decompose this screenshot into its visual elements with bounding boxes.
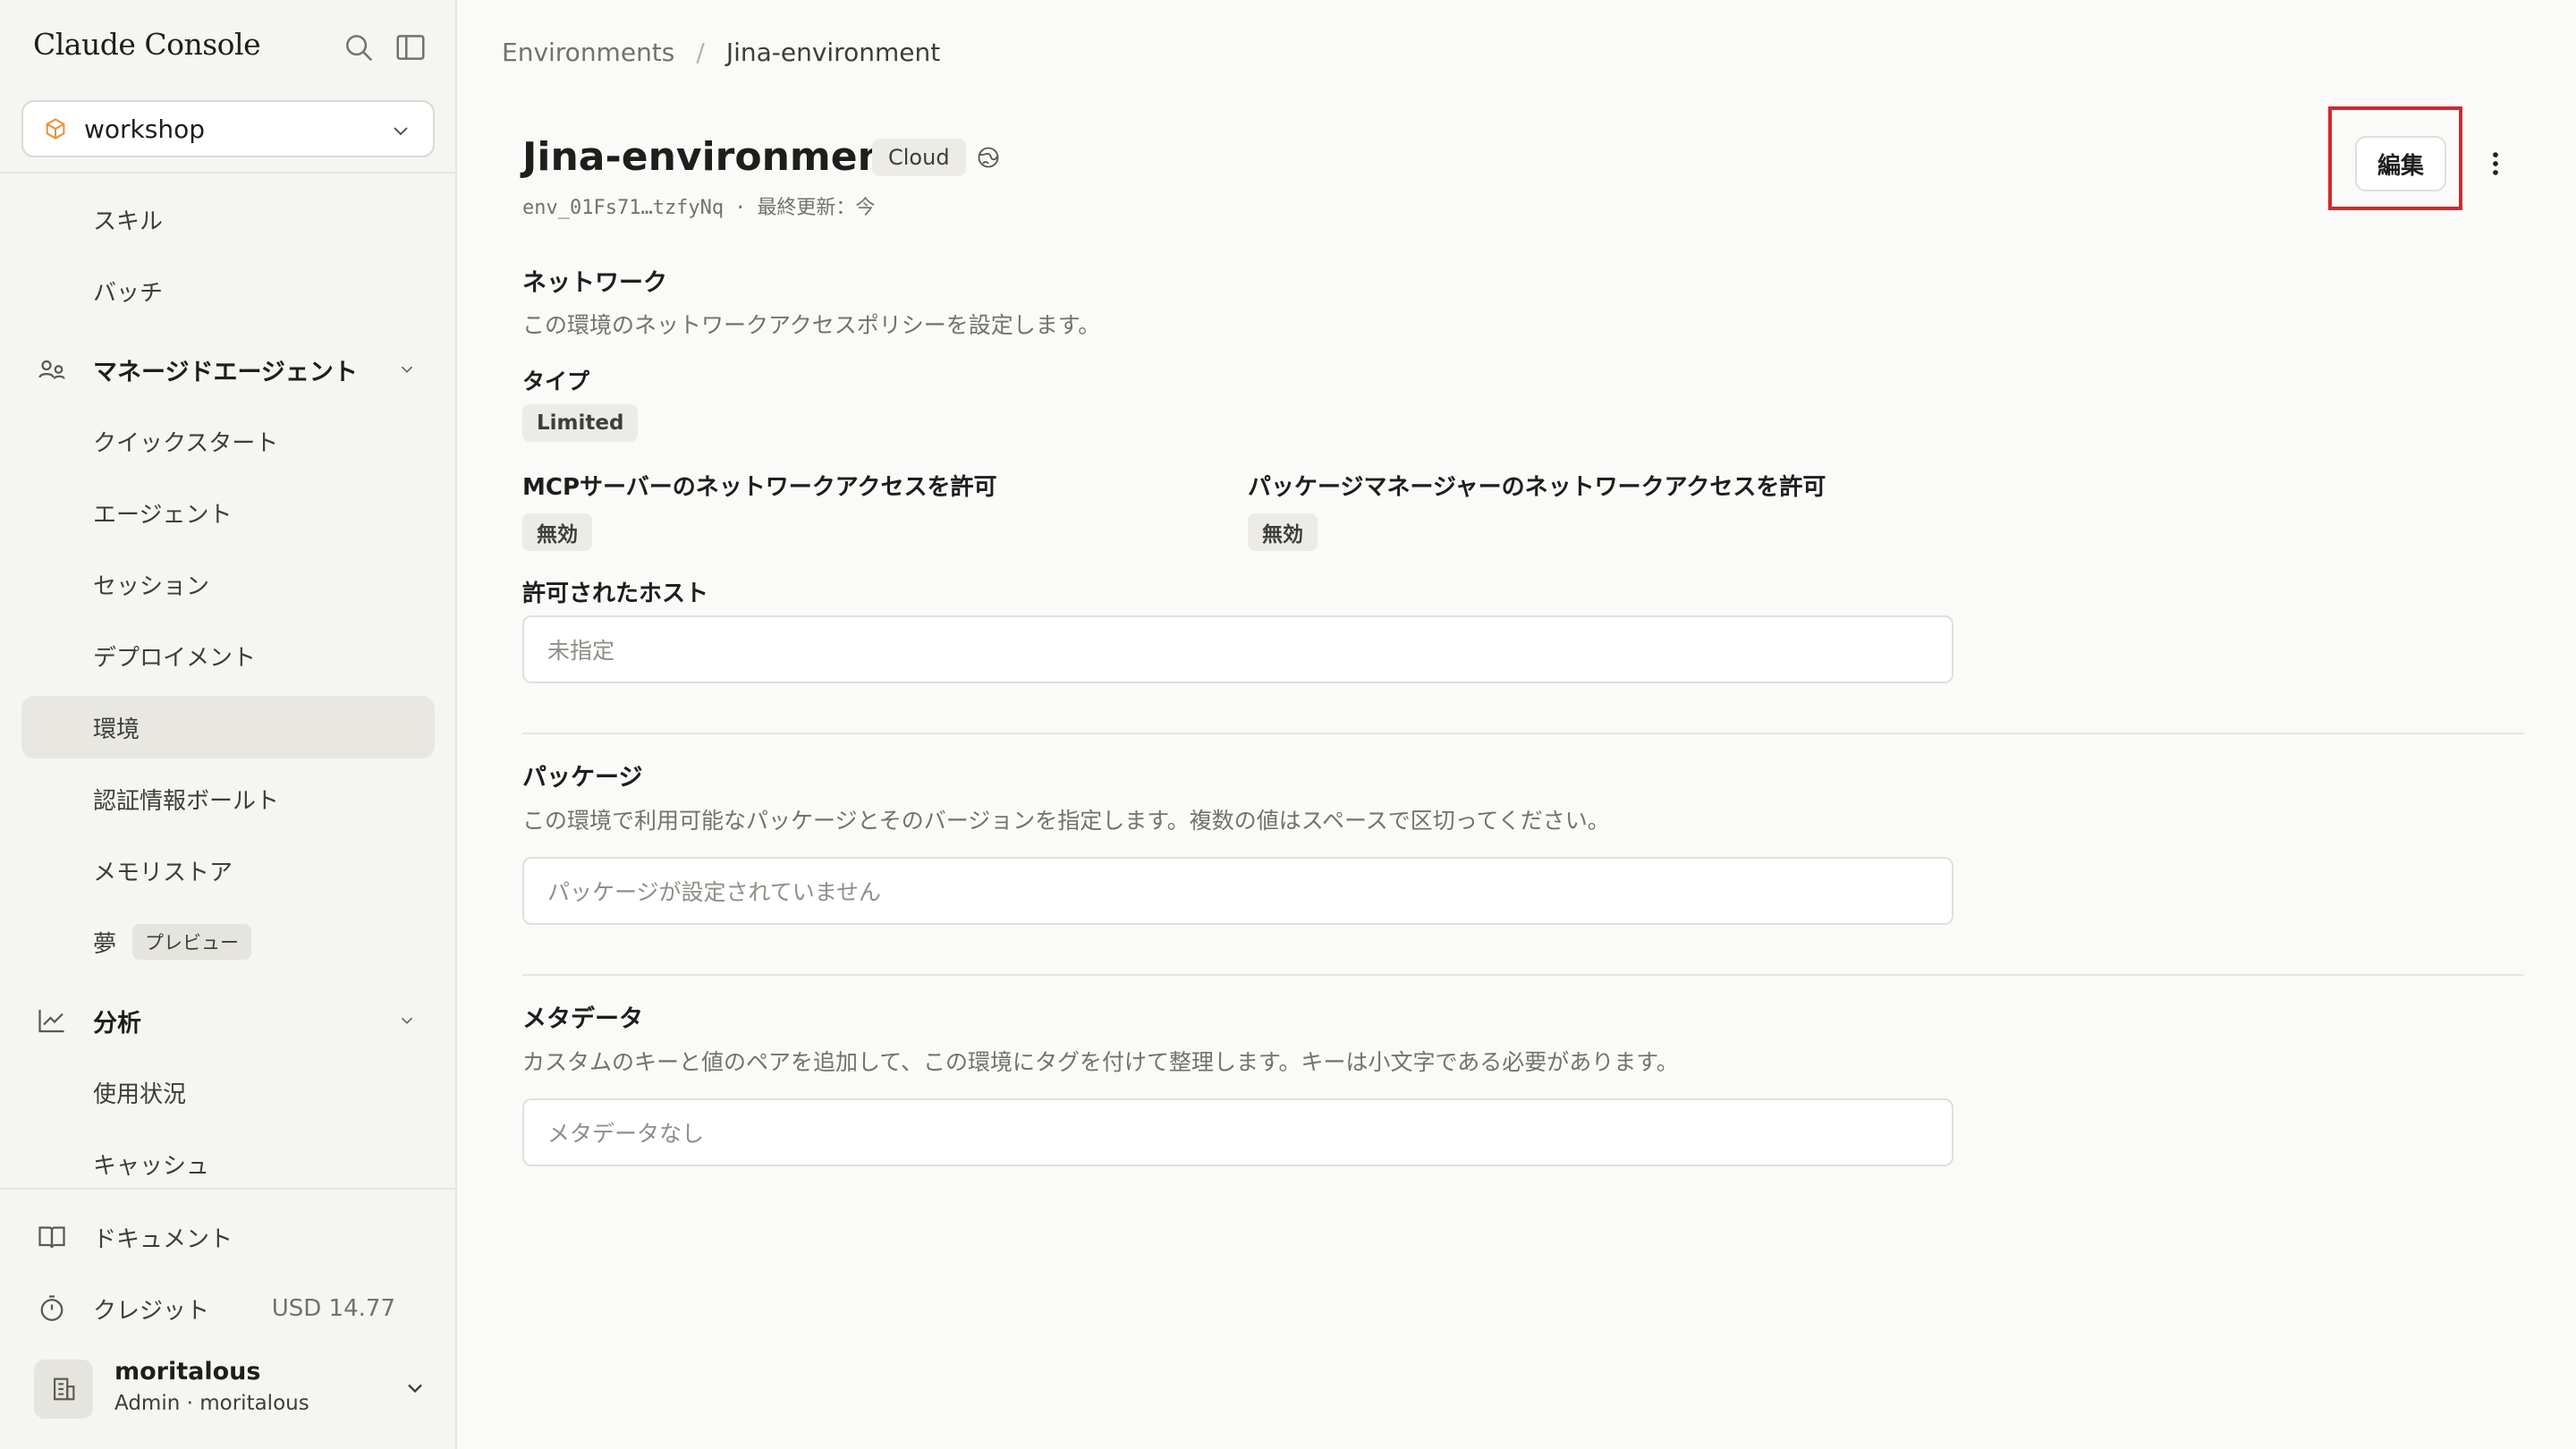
- workspace-select[interactable]: workshop: [21, 100, 435, 157]
- metadata-heading: メタデータ: [522, 1005, 643, 1033]
- sidebar-item-label: 夢: [93, 930, 117, 958]
- credit-balance: USD 14.77: [271, 1295, 395, 1322]
- user-menu[interactable]: moritalous Admin · moritalous: [34, 1352, 428, 1424]
- sidebar-item-skills[interactable]: スキル: [21, 188, 435, 250]
- breadcrumb: Environments / Jina-environment: [502, 38, 940, 67]
- sidebar-item-label: 認証情報ボールト: [93, 787, 280, 815]
- cube-icon: [46, 118, 65, 140]
- sidebar-item-label: スキル: [93, 208, 164, 235]
- allowed-hosts-label: 許可されたホスト: [522, 580, 709, 607]
- breadcrumb-separator: /: [696, 38, 705, 67]
- sidebar-item-label: バッチ: [93, 279, 164, 307]
- timer-icon: [36, 1292, 68, 1325]
- globe-icon[interactable]: [976, 145, 1001, 170]
- sidebar-item-usage[interactable]: 使用状況: [21, 1061, 435, 1123]
- allowed-hosts-field: 未指定: [522, 615, 1953, 683]
- sidebar-item-cache[interactable]: キャッシュ: [21, 1132, 435, 1195]
- sidebar-item-dreams[interactable]: 夢 プレビュー: [21, 911, 435, 973]
- sidebar: Claude Console workshop スキル バッチ マネージドエージ…: [0, 0, 457, 1449]
- mcp-access-label: MCPサーバーのネットワークアクセスを許可: [522, 474, 997, 501]
- cloud-badge: Cloud: [872, 139, 966, 176]
- edit-button[interactable]: 編集: [2355, 136, 2446, 191]
- package-manager-access-label: パッケージマネージャーのネットワークアクセスを許可: [1248, 474, 1826, 501]
- packages-field: パッケージが設定されていません: [522, 857, 1953, 925]
- metadata-description: カスタムのキーと値のペアを追加して、この環境にタグを付けて整理します。キーは小文…: [522, 1049, 1679, 1075]
- user-role: Admin · moritalous: [114, 1392, 309, 1415]
- sidebar-item-environments[interactable]: 環境: [21, 696, 435, 758]
- sidebar-divider: [0, 172, 457, 174]
- more-options-icon[interactable]: [2480, 148, 2511, 179]
- page-title: Jina-environment: [522, 134, 904, 180]
- chevron-down-icon: [401, 366, 413, 373]
- chevron-down-icon: [401, 1017, 413, 1024]
- sidebar-item-agents[interactable]: エージェント: [21, 481, 435, 544]
- sidebar-section-analytics[interactable]: 分析: [21, 989, 435, 1052]
- sidebar-toggle-icon[interactable]: [394, 30, 428, 64]
- packages-heading: パッケージ: [522, 764, 643, 792]
- sidebar-item-credits[interactable]: クレジット USD 14.77: [21, 1277, 435, 1340]
- sidebar-item-label: キャッシュ: [93, 1152, 210, 1180]
- breadcrumb-environments[interactable]: Environments: [502, 38, 674, 67]
- network-heading: ネットワーク: [522, 269, 667, 297]
- sidebar-item-label: 環境: [93, 716, 140, 743]
- search-icon[interactable]: [342, 30, 376, 64]
- type-value-badge: Limited: [522, 404, 639, 442]
- sidebar-divider: [0, 1188, 457, 1190]
- env-meta: env_01Fs71…tzfyNq · 最終更新：今: [522, 197, 876, 219]
- sidebar-item-label: メモリストア: [93, 859, 233, 886]
- section-divider: [522, 733, 2524, 734]
- chevron-down-icon: [408, 1384, 422, 1394]
- last-updated: 最終更新：今: [757, 197, 876, 219]
- building-icon: [54, 1377, 75, 1401]
- network-description: この環境のネットワークアクセスポリシーを設定します。: [522, 312, 1101, 338]
- sidebar-item-label: クイックスタート: [93, 429, 279, 457]
- sidebar-item-label: 使用状況: [93, 1080, 187, 1108]
- sidebar-item-docs[interactable]: ドキュメント: [21, 1206, 435, 1268]
- sidebar-item-label: デプロイメント: [93, 644, 257, 672]
- sidebar-item-label: 分析: [93, 1009, 141, 1038]
- sidebar-item-sessions[interactable]: セッション: [21, 553, 435, 615]
- breadcrumb-current: Jina-environment: [725, 38, 941, 67]
- mcp-access-badge: 無効: [522, 513, 592, 551]
- sidebar-item-credential-vault[interactable]: 認証情報ボールト: [21, 767, 435, 830]
- type-label: タイプ: [522, 369, 590, 394]
- preview-badge: プレビュー: [132, 924, 251, 960]
- main-content: Environments / Jina-environment Jina-env…: [459, 0, 2576, 1449]
- sidebar-item-quickstart[interactable]: クイックスタート: [21, 410, 435, 472]
- book-icon: [36, 1221, 68, 1253]
- sidebar-item-label: マネージドエージェント: [93, 358, 358, 386]
- org-avatar: [34, 1360, 93, 1419]
- user-name: moritalous: [114, 1358, 261, 1385]
- packages-description: この環境で利用可能なパッケージとそのバージョンを指定します。複数の値はスペースで…: [522, 808, 1610, 834]
- sidebar-item-deployments[interactable]: デプロイメント: [21, 624, 435, 687]
- sidebar-item-memory-store[interactable]: メモリストア: [21, 839, 435, 902]
- section-divider: [522, 974, 2524, 976]
- chart-icon: [36, 1004, 68, 1037]
- package-manager-access-badge: 無効: [1248, 513, 1318, 551]
- sidebar-section-managed-agents[interactable]: マネージドエージェント: [21, 338, 435, 401]
- brand-logo[interactable]: Claude Console: [33, 27, 261, 62]
- sidebar-item-label: セッション: [93, 572, 210, 600]
- sidebar-item-batch[interactable]: バッチ: [21, 259, 435, 322]
- env-id[interactable]: env_01Fs71…tzfyNq: [522, 197, 724, 219]
- agents-icon: [36, 353, 68, 386]
- sidebar-item-label: クレジット: [93, 1297, 210, 1325]
- chevron-down-icon: [394, 127, 408, 136]
- metadata-field: メタデータなし: [522, 1098, 1953, 1166]
- sidebar-item-label: エージェント: [93, 501, 233, 529]
- workspace-name: workshop: [84, 114, 205, 144]
- sidebar-item-label: ドキュメント: [93, 1225, 233, 1253]
